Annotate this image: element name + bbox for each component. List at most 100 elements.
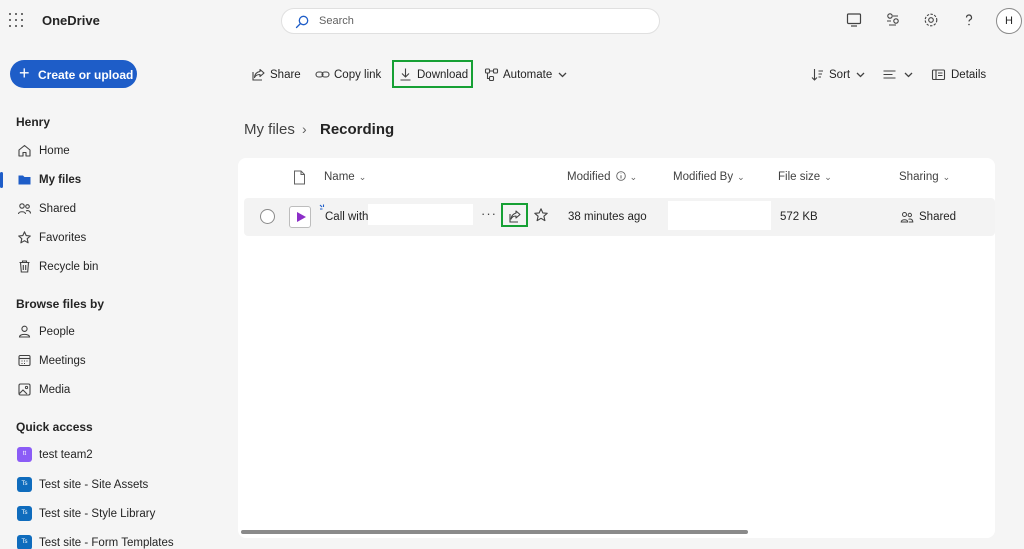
sort-icon (811, 69, 823, 81)
sidebar-item-my-files[interactable]: My files (0, 169, 220, 191)
breadcrumb-parent[interactable]: My files (244, 121, 295, 138)
download-label: Download (417, 69, 469, 81)
sidebar-item-recycle-bin[interactable]: Recycle bin (0, 256, 220, 278)
app-title[interactable]: OneDrive (42, 13, 100, 28)
browse-heading: Browse files by (16, 297, 105, 311)
search-icon (295, 15, 309, 29)
avatar[interactable]: H (996, 8, 1022, 34)
monitor-icon[interactable] (845, 11, 863, 29)
file-type-header-icon[interactable] (293, 170, 306, 185)
quick-access-label: Test site - Style Library (39, 508, 156, 520)
breadcrumb-current: Recording (320, 121, 395, 138)
breadcrumb-chevron-icon: › (302, 121, 307, 137)
quick-access-item[interactable]: Ts Test site - Site Assets (0, 474, 220, 496)
quick-access-heading: Quick access (16, 420, 93, 434)
sidebar-item-media[interactable]: Media (0, 379, 220, 401)
chevron-down-icon (856, 72, 865, 78)
sidebar-item-label: Shared (39, 203, 77, 215)
image-icon (18, 383, 31, 396)
sidebar-item-people[interactable]: People (0, 321, 220, 343)
sidebar-item-meetings[interactable]: Meetings (0, 350, 220, 372)
quick-access-item[interactable]: Ts Test site - Style Library (0, 503, 220, 525)
chevron-down-icon (904, 72, 913, 78)
chevron-down-icon: ⌄ (358, 172, 367, 182)
create-or-upload-label: Create or upload (38, 68, 134, 82)
row-select-checkbox[interactable] (260, 209, 275, 224)
help-icon[interactable] (960, 11, 978, 29)
search-box[interactable]: Search (281, 8, 660, 34)
column-header-label: Modified (567, 171, 611, 183)
shared-people-icon (900, 212, 914, 223)
column-header-label: Name (324, 171, 355, 183)
create-or-upload-button[interactable]: + Create or upload (10, 60, 137, 88)
site-badge: tt (17, 447, 32, 462)
automate-button[interactable]: Automate (484, 62, 570, 88)
sort-label: Sort (829, 69, 851, 81)
file-list: Name ⌄ Modified ⌄ Modified By ⌄ File size ⌄… (238, 158, 995, 538)
star-icon (18, 231, 31, 244)
quick-access-label: Test site - Site Assets (39, 479, 149, 491)
favorite-star-icon[interactable] (533, 207, 549, 223)
sharing-value: Shared (919, 211, 957, 223)
table-row[interactable]: Call with ··· 38 minutes ago 572 KB Shar… (244, 198, 995, 236)
sidebar-item-label: People (39, 326, 75, 338)
settings-icon[interactable] (922, 11, 940, 29)
file-size-value: 572 KB (780, 211, 818, 223)
site-badge: Ts (17, 535, 32, 549)
top-bar: OneDrive Search H (0, 0, 1024, 42)
calendar-icon (18, 354, 31, 367)
plus-icon: + (19, 63, 30, 83)
people-icon (17, 203, 32, 215)
quick-access-item[interactable]: Ts Test site - Form Templates (0, 532, 220, 549)
view-options-button[interactable] (882, 62, 916, 88)
download-button[interactable]: Download (398, 62, 470, 88)
column-header-sharing[interactable]: Sharing ⌄ (899, 171, 950, 183)
file-name[interactable]: Call with (325, 211, 368, 223)
quick-access-label: test team2 (39, 449, 93, 461)
search-placeholder[interactable]: Search (319, 15, 354, 27)
sort-button[interactable]: Sort (810, 62, 868, 88)
site-badge: Ts (17, 506, 32, 521)
share-icon (252, 68, 265, 81)
copy-link-label: Copy link (334, 69, 382, 81)
column-header-name[interactable]: Name ⌄ (324, 171, 366, 183)
chevron-down-icon: ⌄ (942, 172, 951, 182)
share-button[interactable]: Share (251, 62, 303, 88)
horizontal-scrollbar[interactable] (241, 530, 748, 534)
share-icon[interactable] (503, 206, 527, 227)
home-icon (18, 144, 31, 157)
site-badge: Ts (17, 477, 32, 492)
details-button[interactable]: Details (931, 62, 991, 88)
details-label: Details (951, 69, 987, 81)
sidebar-item-home[interactable]: Home (0, 140, 220, 162)
chevron-down-icon: ⌄ (737, 172, 745, 182)
people-connect-icon[interactable] (884, 11, 902, 29)
quick-access-item[interactable]: tt test team2 (0, 444, 220, 466)
column-header-label: Sharing (899, 171, 939, 183)
copy-link-button[interactable]: Copy link (315, 62, 385, 88)
redacted-region (368, 204, 473, 225)
column-header-file-size[interactable]: File size ⌄ (778, 171, 832, 183)
person-icon (18, 325, 31, 338)
sidebar-item-shared[interactable]: Shared (0, 198, 220, 220)
download-icon (400, 68, 411, 81)
app-launcher-icon[interactable] (9, 13, 23, 27)
sidebar-item-label: Recycle bin (39, 261, 99, 273)
sidebar-item-label: Favorites (39, 232, 87, 244)
sidebar-item-label: Media (39, 384, 71, 396)
column-header-label: Modified By (673, 171, 734, 183)
column-header-modified[interactable]: Modified ⌄ (567, 171, 637, 183)
share-label: Share (270, 69, 301, 81)
more-options-icon[interactable]: ··· (481, 206, 497, 221)
chevron-down-icon: ⌄ (629, 172, 638, 182)
video-file-icon (289, 206, 311, 228)
quick-access-label: Test site - Form Templates (39, 537, 174, 549)
sidebar-item-label: Home (39, 145, 70, 157)
sidebar-item-favorites[interactable]: Favorites (0, 227, 220, 249)
modified-value: 38 minutes ago (568, 211, 647, 223)
sidebar-item-label: Meetings (39, 355, 86, 367)
info-icon (615, 171, 626, 181)
column-header-modified-by[interactable]: Modified By ⌄ (673, 171, 745, 183)
sidebar-item-label: My files (39, 174, 82, 186)
modified-by-value (668, 201, 771, 230)
